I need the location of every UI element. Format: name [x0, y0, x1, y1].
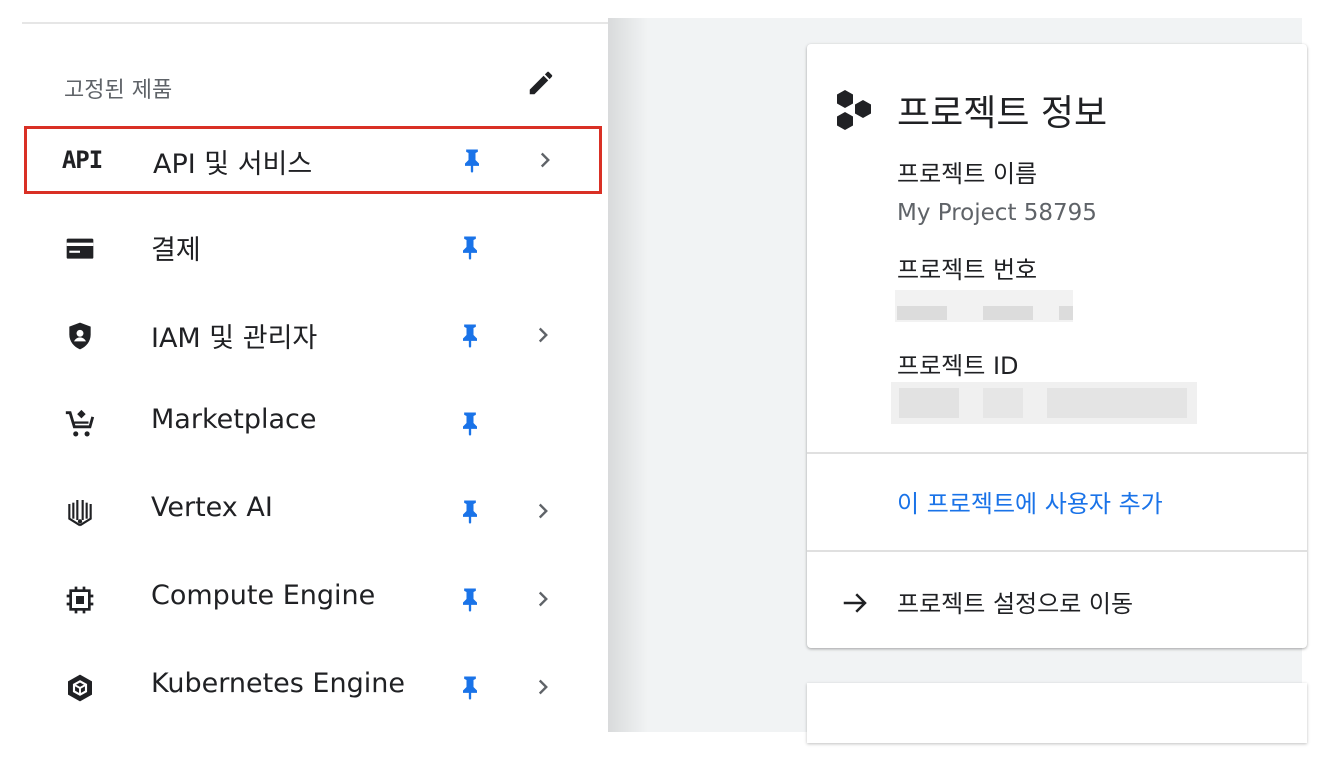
pin-icon[interactable]: [456, 320, 484, 350]
project-hexagons-icon: [831, 88, 881, 134]
project-settings-label: 프로젝트 설정으로 이동: [897, 590, 1134, 618]
project-number-label: 프로젝트 번호: [897, 256, 1038, 284]
chevron-right-icon[interactable]: [530, 672, 556, 702]
arrow-right-icon: [837, 588, 873, 618]
pinned-header: 고정된 제품: [64, 64, 564, 104]
nav-item-label: Marketplace: [151, 404, 317, 435]
api-icon: API: [61, 146, 103, 174]
go-to-project-settings[interactable]: 프로젝트 설정으로 이동: [837, 584, 1297, 624]
pin-icon[interactable]: [456, 672, 484, 702]
card-divider: [807, 550, 1307, 552]
nav-item-iam-admin[interactable]: IAM 및 관리자: [22, 298, 608, 372]
nav-item-vertex-ai[interactable]: Vertex AI: [22, 474, 608, 548]
pin-icon[interactable]: [456, 584, 484, 614]
nav-item-label: 결제: [151, 235, 201, 266]
card-divider: [807, 452, 1307, 454]
nav-item-label: API 및 서비스: [153, 149, 313, 180]
shield-icon: [62, 318, 98, 354]
nav-item-label: IAM 및 관리자: [151, 323, 318, 354]
nav-item-label: Compute Engine: [151, 580, 376, 611]
pin-icon[interactable]: [456, 232, 484, 262]
chevron-right-icon[interactable]: [530, 320, 556, 350]
chip-icon: [62, 582, 98, 618]
pinned-header-title: 고정된 제품: [64, 78, 173, 103]
edit-icon[interactable]: [526, 68, 556, 98]
chevron-right-icon[interactable]: [530, 496, 556, 526]
marketplace-cart-icon: [62, 406, 98, 442]
nav-item-marketplace[interactable]: Marketplace: [22, 386, 608, 460]
next-card-partial: [807, 683, 1307, 743]
chevron-right-icon[interactable]: [530, 584, 556, 614]
chevron-right-icon[interactable]: [532, 145, 558, 175]
pin-icon[interactable]: [456, 408, 484, 438]
nav-item-kubernetes-engine[interactable]: Kubernetes Engine: [22, 650, 608, 724]
vertex-ai-icon: [62, 494, 98, 530]
project-id-label: 프로젝트 ID: [897, 352, 1019, 380]
nav-item-label: Kubernetes Engine: [151, 668, 405, 699]
nav-item-label: Vertex AI: [151, 492, 273, 523]
nav-item-api-services[interactable]: API API 및 서비스: [24, 126, 602, 194]
billing-card-icon: [62, 230, 98, 266]
project-name-value: My Project 58795: [897, 200, 1097, 226]
add-user-link[interactable]: 이 프로젝트에 사용자 추가: [897, 484, 1163, 519]
project-info-title: 프로젝트 정보: [897, 93, 1108, 134]
nav-shadow: [608, 18, 648, 732]
pin-icon[interactable]: [456, 496, 484, 526]
kubernetes-icon: [62, 670, 98, 706]
nav-item-compute-engine[interactable]: Compute Engine: [22, 562, 608, 636]
nav-item-billing[interactable]: 결제: [22, 210, 608, 284]
pinned-products-panel: 고정된 제품 API API 및 서비스 결제 IAM 및 관리자 Market…: [22, 22, 608, 734]
project-info-card: 프로젝트 정보 프로젝트 이름 My Project 58795 프로젝트 번호…: [807, 44, 1307, 648]
project-name-label: 프로젝트 이름: [897, 160, 1038, 188]
pin-icon[interactable]: [458, 145, 486, 175]
